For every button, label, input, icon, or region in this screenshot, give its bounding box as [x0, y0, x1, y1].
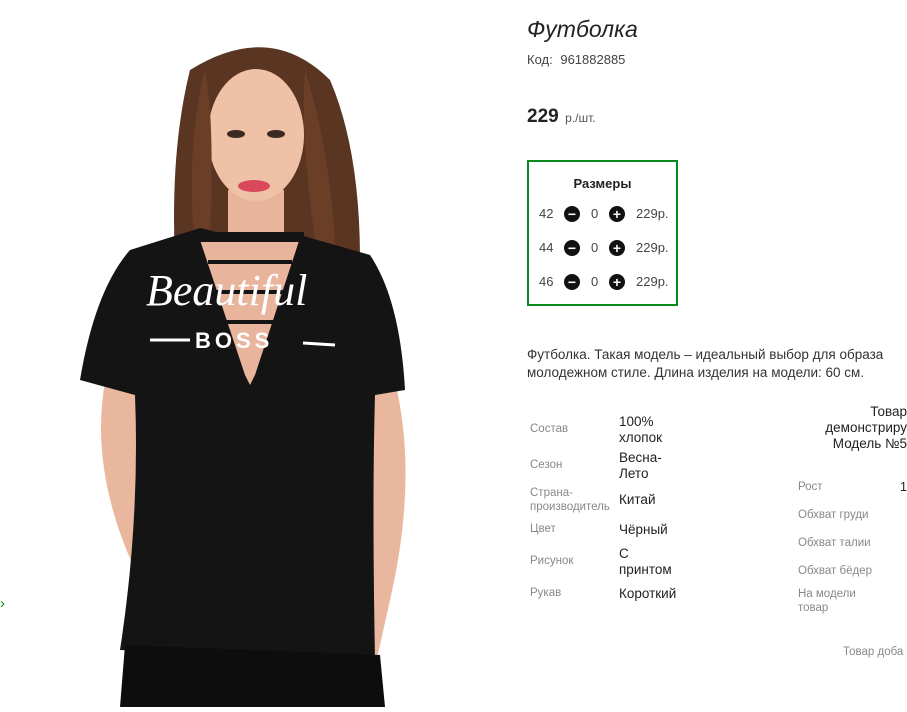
sizes-panel: Размеры 42 − 0 + 229р. 44 − 0 + 229р. 46…: [527, 160, 678, 306]
property-key: Сезон: [530, 459, 563, 471]
product-code-label: Код:: [527, 52, 553, 67]
decrease-quantity-button[interactable]: −: [564, 274, 580, 290]
size-label: 44: [539, 240, 554, 255]
product-code: Код: 961882885: [527, 52, 625, 67]
size-label: 42: [539, 206, 554, 221]
model-size-label-line: товар: [798, 602, 829, 614]
size-price: 229р.: [636, 274, 669, 289]
property-key: Цвет: [530, 523, 556, 535]
tshirt-print-text: Beautiful: [146, 266, 307, 315]
product-title: Футболка: [527, 16, 638, 42]
model-size-label-line: На модели: [798, 588, 856, 600]
model-note-line: Модель №5: [832, 436, 907, 451]
model-note-line: демонстриру: [825, 420, 907, 435]
property-key: Состав: [530, 423, 569, 435]
footer-note: Товар доба: [843, 646, 904, 658]
price-value: 229: [527, 106, 559, 127]
size-label: 46: [539, 274, 554, 289]
property-value: Китай: [619, 492, 656, 507]
tshirt-print-subtext: BOSS: [195, 328, 273, 353]
decrease-quantity-button[interactable]: −: [564, 206, 580, 222]
carousel-arrow-icon[interactable]: ›: [0, 596, 5, 611]
model-illustration: Beautiful BOSS: [80, 47, 406, 707]
model-size-label: На модели товар: [798, 587, 856, 615]
sizes-heading: Размеры: [573, 176, 632, 191]
product-photo: Beautiful BOSS: [0, 0, 500, 707]
property-key: Рукав: [530, 587, 562, 599]
product-price: 229 р./шт.: [527, 106, 596, 128]
price-unit: р./шт.: [565, 111, 596, 125]
size-price: 229р.: [636, 206, 669, 221]
description-line: Футболка. Такая модель – идеальный выбор…: [527, 347, 884, 362]
model-waist-label: Обхват талии: [798, 537, 871, 549]
size-price: 229р.: [636, 240, 669, 255]
property-key: Страна-производитель: [530, 487, 610, 513]
quantity-value: 0: [591, 274, 599, 289]
product-description: Футболка. Такая модель – идеальный выбор…: [527, 346, 907, 382]
decrease-quantity-button[interactable]: −: [564, 240, 580, 256]
increase-quantity-button[interactable]: +: [609, 206, 625, 222]
quantity-value: 0: [591, 206, 599, 221]
property-value: Чёрный: [619, 522, 668, 537]
quantity-value: 0: [591, 240, 599, 255]
property-value: Весна-Лето: [619, 450, 662, 481]
property-value: Короткий: [619, 586, 677, 601]
product-code-value: 961882885: [560, 52, 626, 67]
model-height-value: 1: [900, 480, 907, 494]
model-note-line: Товар: [870, 404, 907, 419]
property-value: 100% хлопок: [619, 414, 663, 445]
model-note: Товар демонстриру Модель №5: [825, 404, 907, 452]
model-height-label: Рост: [798, 481, 823, 493]
property-value: С принтом: [619, 546, 672, 577]
property-key: Рисунок: [530, 555, 574, 567]
model-chest-label: Обхват груди: [798, 509, 869, 521]
increase-quantity-button[interactable]: +: [609, 274, 625, 290]
description-line: молодежном стиле. Длина изделия на модел…: [527, 365, 865, 380]
model-hips-label: Обхват бёдер: [798, 565, 872, 577]
increase-quantity-button[interactable]: +: [609, 240, 625, 256]
